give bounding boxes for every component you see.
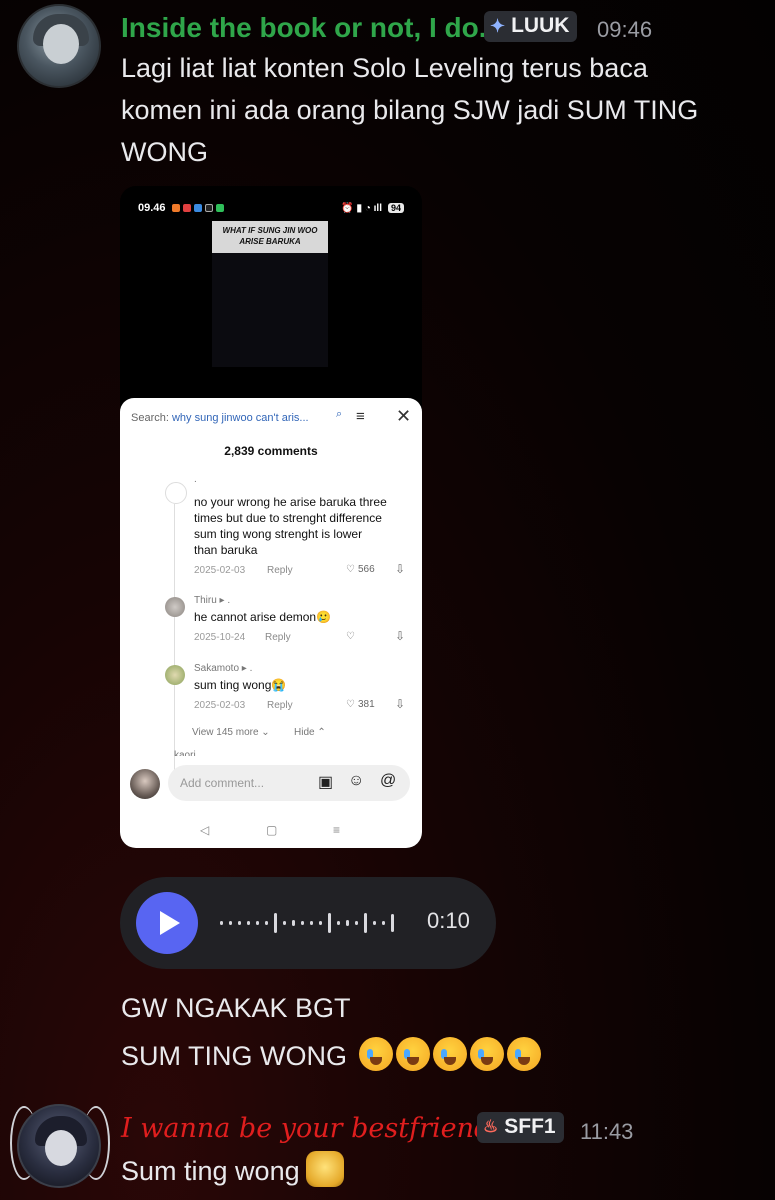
message-line-text: SUM TING WONG — [121, 1041, 347, 1071]
message-line: komen ini ada orang bilang SJW jadi SUM … — [121, 95, 699, 125]
comment-text: no your wrong he arise baruka three time… — [194, 494, 419, 558]
diamond-tag-icon: ✦ — [490, 15, 506, 36]
reply-button[interactable]: Reply — [267, 565, 293, 576]
timestamp-1: 09:46 — [597, 17, 653, 42]
status-time: 09.46 — [138, 202, 166, 214]
sticker-icon[interactable]: ☺ — [348, 772, 364, 790]
message-line: SUM TING WONG — [121, 1032, 544, 1080]
dislike-icon[interactable]: ⇩ — [395, 629, 405, 643]
my-avatar — [130, 769, 160, 799]
video-frame — [212, 253, 328, 367]
like-button[interactable]: ♡ — [346, 631, 355, 642]
comment-date: 2025-02-03 — [194, 700, 246, 711]
comment-date: 2025-10-24 — [194, 632, 246, 643]
play-button[interactable] — [136, 892, 198, 954]
flame-tag-icon: ♨ — [483, 1117, 499, 1136]
crying-emoji-icon — [358, 1037, 393, 1071]
reply-button[interactable]: Reply — [267, 700, 293, 711]
search-query-text: why sung jinwoo can't aris... — [171, 412, 309, 424]
like-count: 381 — [357, 699, 375, 710]
comment-placeholder: Add comment... — [180, 776, 265, 790]
comment-line: than baruka — [194, 543, 258, 557]
crying-emoji-icon — [469, 1037, 504, 1071]
thread-line — [174, 504, 175, 778]
tag-label: SFF1 — [504, 1115, 556, 1138]
comment-user[interactable]: . — [194, 474, 197, 485]
back-nav-icon[interactable]: ◁ — [200, 823, 209, 837]
message-line: Sum ting wong — [121, 1156, 300, 1186]
comment-line: no your wrong he arise baruka three — [194, 495, 387, 509]
reply-button[interactable]: Reply — [265, 632, 291, 643]
search-icon[interactable]: ⌕ — [336, 408, 342, 421]
comment-count: 2,839 comments — [224, 444, 318, 458]
like-count: 566 — [357, 564, 375, 575]
comment-user[interactable]: Sakamoto ▸ . — [194, 663, 252, 674]
comment-text: sum ting wong😭 — [194, 678, 287, 692]
avatar-user2[interactable] — [17, 1104, 101, 1188]
video-title-text: WHAT IF SUNG JIN WOO ARISE BARUKA — [222, 226, 318, 246]
heart-icon: ♡ — [346, 564, 355, 575]
status-right: ⏰ ▮ ◔ ıll 94 — [341, 203, 404, 214]
mention-icon[interactable]: @ — [380, 772, 396, 790]
comment-input[interactable]: Add comment... ▣ ☺ @ — [168, 765, 410, 801]
message-line: GW NGAKAK BGT — [121, 993, 351, 1023]
comment-date: 2025-02-03 — [194, 565, 246, 576]
video-title-card: WHAT IF SUNG JIN WOO ARISE BARUKA — [212, 221, 328, 253]
waveform[interactable] — [220, 910, 394, 936]
heart-icon: ♡ — [346, 631, 355, 642]
server-tag-luuk[interactable]: ✦ LUUK — [484, 11, 578, 42]
username-user1[interactable]: Inside the book or not, I do. — [121, 12, 487, 44]
comment-user[interactable]: Thiru ▸ . — [194, 595, 230, 606]
image-attachment[interactable]: 09.46 ⏰ ▮ ◔ ıll 94 WHAT IF SUNG JIN WOO … — [120, 186, 422, 848]
comments-sheet: Search: why sung jinwoo can't aris... ⌕ … — [120, 398, 422, 848]
battery-icon: 94 — [387, 203, 404, 213]
hide-replies[interactable]: Hide ⌃ — [294, 727, 326, 738]
like-button[interactable]: ♡ 566 — [346, 564, 375, 575]
timestamp-2: 11:43 — [580, 1119, 634, 1144]
sort-icon[interactable]: ≡ — [356, 408, 365, 425]
animated-emoji-icon — [305, 1151, 344, 1187]
server-tag-sff1[interactable]: ♨ SFF1 — [477, 1112, 564, 1143]
notification-icons — [171, 204, 224, 212]
like-button[interactable]: ♡ 381 — [346, 699, 375, 710]
comment-avatar[interactable] — [165, 482, 187, 504]
crying-emoji-icon — [432, 1037, 467, 1071]
dislike-icon[interactable]: ⇩ — [395, 697, 405, 711]
username-user2[interactable]: I wanna be your bestfriend — [121, 1113, 491, 1144]
crying-emoji-icon — [395, 1037, 430, 1071]
comment-avatar[interactable] — [165, 597, 185, 617]
crying-emoji-icon — [506, 1037, 541, 1071]
dislike-icon[interactable]: ⇩ — [395, 562, 405, 576]
comment-text: he cannot arise demon🥲 — [194, 610, 332, 624]
message-line: WONG — [121, 137, 208, 167]
message-text-followup: GW NGAKAK BGT SUM TING WONG — [121, 984, 544, 1080]
message-text-2: Sum ting wong — [121, 1150, 344, 1192]
comment-avatar[interactable] — [165, 665, 185, 685]
voice-duration: 0:10 — [427, 908, 470, 933]
message-line: Lagi liat liat konten Solo Leveling teru… — [121, 53, 648, 83]
view-more-replies[interactable]: View 145 more ⌄ — [192, 727, 270, 738]
close-icon[interactable]: ✕ — [396, 406, 411, 427]
home-nav-icon[interactable]: ▢ — [266, 823, 277, 837]
comment-user-partial: kaori — [174, 750, 196, 756]
voice-message: 0:10 — [120, 877, 496, 969]
avatar-user1[interactable] — [17, 4, 101, 88]
tag-label: LUUK — [511, 14, 570, 37]
search-label: Search: — [131, 412, 169, 424]
loudly-crying-emoji-row — [358, 1037, 544, 1071]
comment-line: times but due to strenght difference — [194, 511, 382, 525]
phone-status-bar: 09.46 ⏰ ▮ ◔ ıll 94 — [138, 200, 404, 216]
search-query[interactable]: Search: why sung jinwoo can't aris... — [131, 412, 309, 424]
signal-icon: ⏰ ▮ ◔ ıll — [341, 202, 382, 214]
recents-nav-icon[interactable]: ≡ — [333, 823, 340, 837]
heart-icon: ♡ — [346, 699, 355, 710]
image-icon[interactable]: ▣ — [318, 772, 333, 792]
comment-line: sum ting wong strenght is lower — [194, 527, 363, 541]
message-text-1: Lagi liat liat konten Solo Leveling teru… — [121, 47, 761, 173]
